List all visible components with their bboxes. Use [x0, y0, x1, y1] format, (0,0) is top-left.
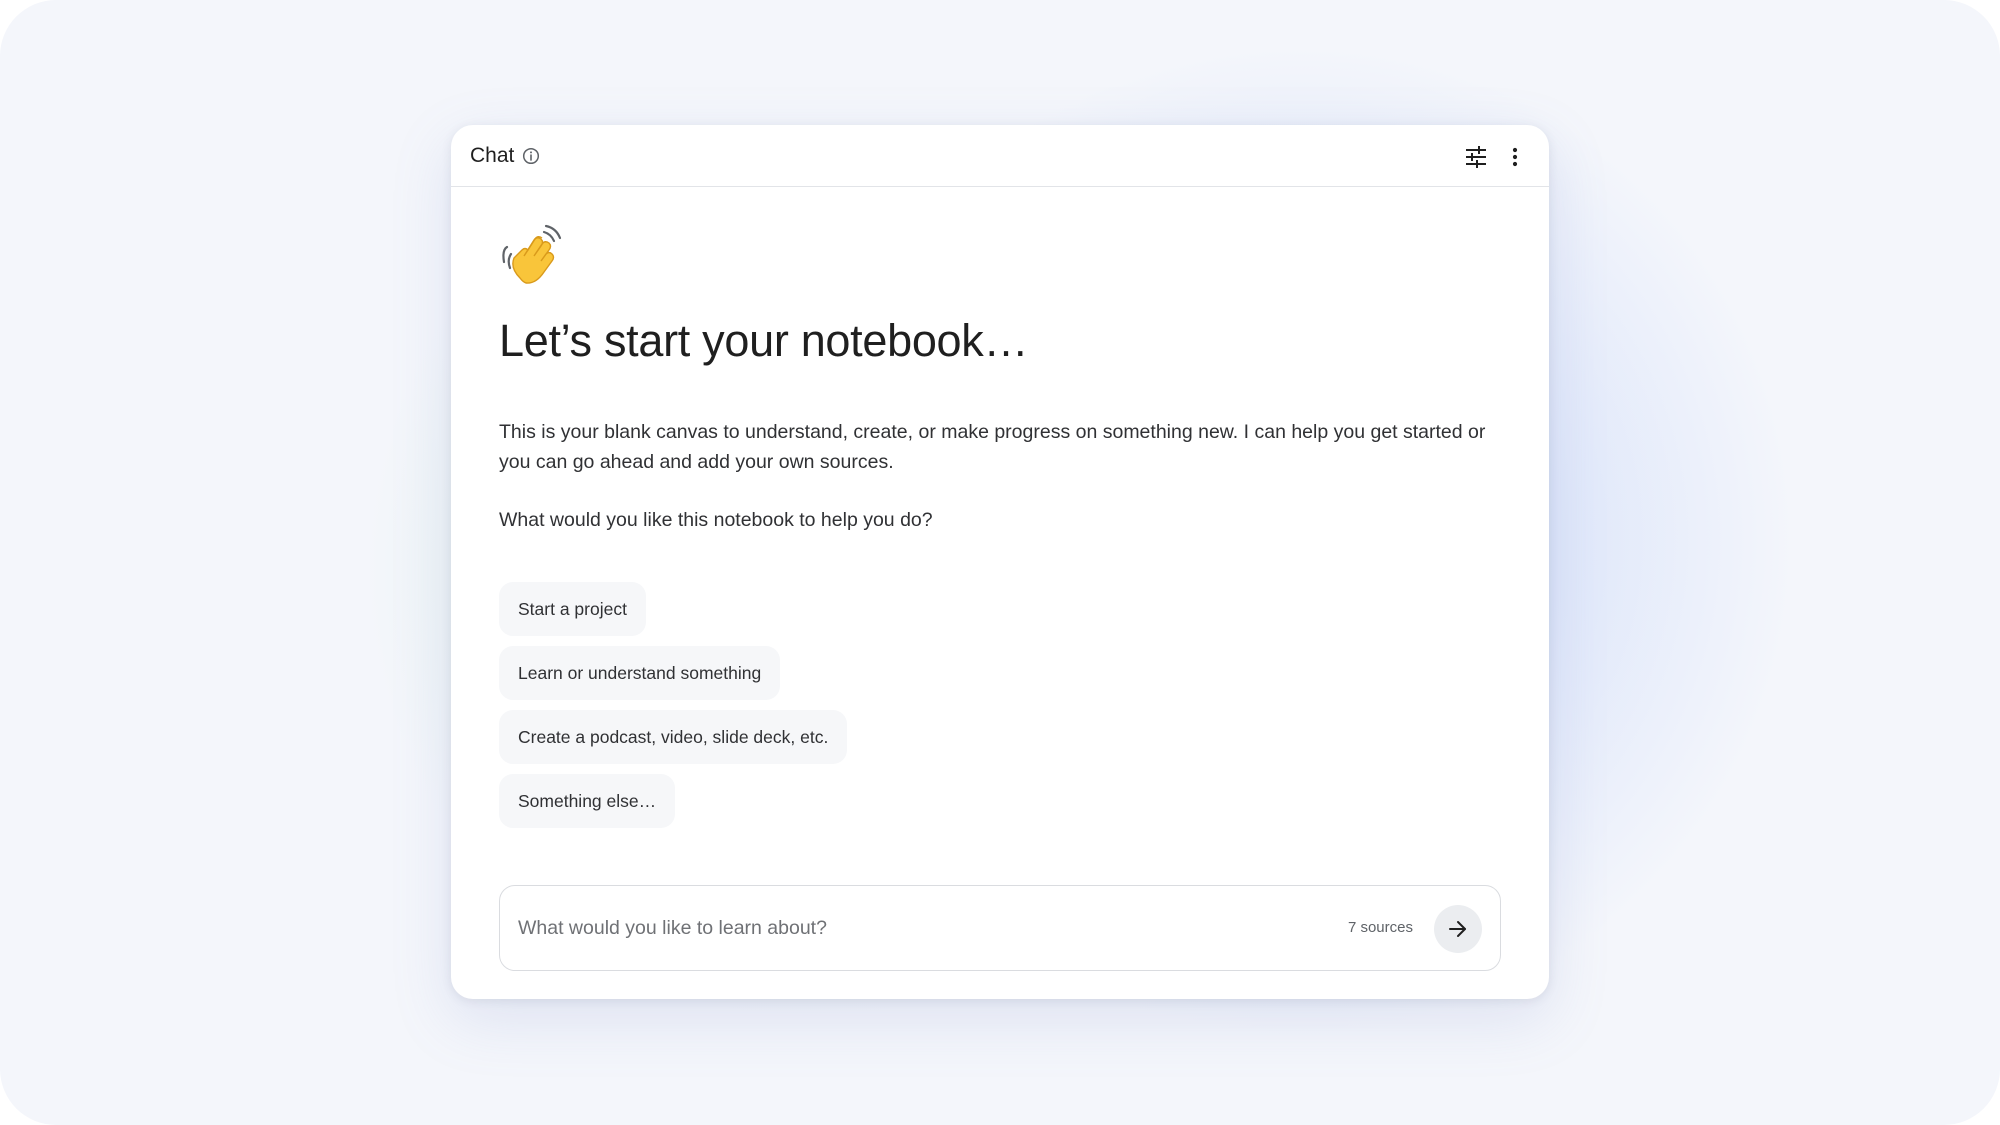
- welcome-description: This is your blank canvas to understand,…: [499, 421, 1486, 473]
- suggestion-chip-start-project[interactable]: Start a project: [499, 582, 646, 636]
- chat-title: Chat: [470, 144, 515, 167]
- send-button[interactable]: [1434, 905, 1482, 953]
- chat-header: Chat: [451, 125, 1549, 187]
- chat-input[interactable]: [518, 908, 1318, 948]
- more-vert-icon[interactable]: [1503, 145, 1527, 169]
- arrow-forward-icon: [1449, 921, 1466, 937]
- suggestion-chip-create[interactable]: Create a podcast, video, slide deck, etc…: [499, 710, 848, 764]
- suggestion-chip-something-else[interactable]: Something else…: [499, 774, 676, 828]
- info-icon[interactable]: [522, 147, 540, 165]
- waving-hand-icon: [498, 220, 570, 292]
- chat-composer: 7 sources: [499, 885, 1501, 971]
- app-background: Chat Let’s start your notebook… This is …: [0, 0, 2000, 1125]
- welcome-question: What would you like this notebook to hel…: [499, 509, 933, 531]
- suggestion-chips: Start a project Learn or understand some…: [499, 582, 848, 838]
- chat-panel: Chat Let’s start your notebook… This is …: [451, 125, 1549, 999]
- suggestion-chip-learn[interactable]: Learn or understand something: [499, 646, 781, 700]
- tune-icon[interactable]: [1464, 145, 1488, 169]
- welcome-heading: Let’s start your notebook…: [499, 315, 1029, 366]
- sources-count: 7 sources: [1347, 919, 1413, 936]
